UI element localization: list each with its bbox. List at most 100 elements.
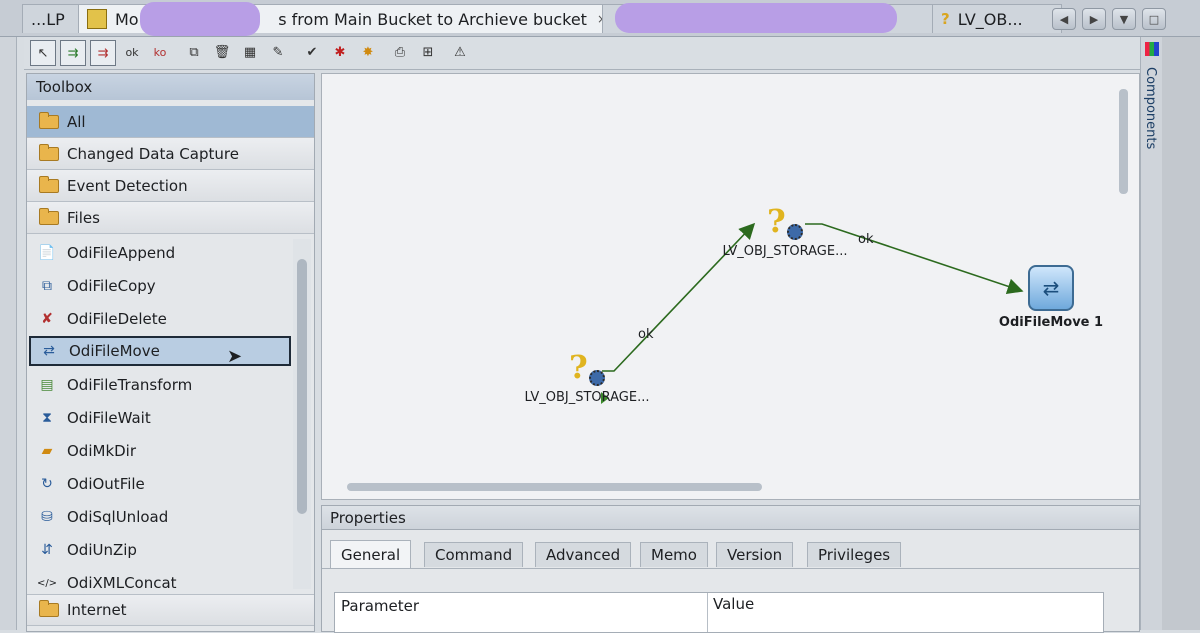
file-delete-icon: ✘ — [41, 311, 53, 327]
toolbox-category-internet[interactable]: Internet — [27, 594, 314, 626]
ko-link-icon[interactable]: ko — [148, 40, 172, 64]
toolbox-item[interactable]: ⇵ OdiUnZip — [29, 535, 291, 565]
node-caption: LV_OBJ_STORAGE... — [722, 244, 848, 259]
category-label: Internet — [67, 601, 127, 619]
properties-title: Properties — [322, 506, 1139, 530]
maximize-icon[interactable]: □ — [1142, 8, 1166, 30]
toolbox-item[interactable]: ⧉ OdiFileCopy — [29, 271, 291, 301]
outfile-icon: ↻ — [41, 476, 53, 492]
toolbox-scroll-thumb[interactable] — [297, 259, 307, 514]
layout-icon[interactable]: ▦ — [238, 40, 262, 64]
tab-variable[interactable]: ? LV_OB... — [932, 4, 1062, 33]
tab-list-icon[interactable]: ▼ — [1112, 8, 1136, 30]
toolbox-title: Toolbox — [27, 74, 314, 100]
item-label: OdiFileMove — [69, 342, 160, 360]
tab-version[interactable]: Version — [716, 542, 794, 567]
tab-scroll-right-icon[interactable]: ▶ — [1082, 8, 1106, 30]
next-step-ko-icon[interactable]: ⇉ — [90, 40, 116, 66]
link-label: ok — [638, 327, 654, 342]
components-icon[interactable] — [1145, 42, 1159, 56]
item-label: OdiFileCopy — [67, 277, 156, 295]
item-label: OdiMkDir — [67, 442, 137, 460]
zoom-icon[interactable]: ⊞ — [416, 40, 440, 64]
toolbox-item[interactable]: ▤ OdiFileTransform — [29, 370, 291, 400]
toolbox-category-files[interactable]: Files — [27, 202, 314, 234]
tab-scroll-left-icon[interactable]: ◀ — [1052, 8, 1076, 30]
toolbox-category-event-detection[interactable]: Event Detection — [27, 170, 314, 202]
item-label: OdiFileTransform — [67, 376, 193, 394]
right-gutter — [1162, 37, 1200, 630]
item-label: OdiFileWait — [67, 409, 151, 427]
toolbox-item[interactable]: ✘ OdiFileDelete — [29, 304, 291, 334]
file-transform-icon: ▤ — [40, 377, 54, 393]
package-diagram-canvas[interactable]: ok ok ? LV_OBJ_STORAGE... ? LV_OBJ_STORA… — [321, 73, 1140, 500]
node-caption: LV_OBJ_STORAGE... — [524, 390, 650, 405]
file-append-icon: 📄 — [38, 245, 56, 261]
category-label: Changed Data Capture — [67, 144, 239, 163]
item-label: OdiUnZip — [67, 541, 137, 559]
next-step-ok-icon[interactable]: ⇉ — [60, 40, 86, 66]
mouse-cursor-icon: ➤ — [227, 346, 243, 367]
diagram-node-variable-1[interactable]: ? LV_OBJ_STORAGE... — [507, 350, 667, 405]
validate-icon[interactable]: ✔ — [300, 40, 324, 64]
tab-label-tail: s from Main Bucket to Archieve bucket — [278, 9, 587, 29]
ok-link-icon[interactable]: ok — [120, 40, 144, 64]
variable-icon: ? — [941, 10, 950, 28]
warning-icon[interactable]: ⚠ — [448, 40, 472, 64]
item-label: OdiSqlUnload — [67, 508, 169, 526]
node-caption: OdiFileMove 1 — [998, 315, 1104, 330]
variable-step-icon: ? — [569, 350, 605, 386]
parameter-table: Parameter Value — [334, 592, 1104, 633]
toolbox-item[interactable]: ⧗ OdiFileWait — [29, 403, 291, 433]
toolbox-category-all[interactable]: All — [27, 106, 314, 138]
select-icon[interactable]: ↖ — [30, 40, 56, 66]
package-icon — [87, 9, 107, 29]
canvas-horizontal-scroll-thumb[interactable] — [347, 483, 762, 491]
toolbox-item-selected[interactable]: ⇄ OdiFileMove — [29, 336, 291, 366]
toolbox-item[interactable]: ↻ OdiOutFile — [29, 469, 291, 499]
tab-general[interactable]: General — [330, 540, 412, 569]
tab-label: ...LP — [31, 9, 65, 29]
properties-panel: Properties General Command Advanced Memo… — [321, 505, 1140, 633]
item-label: OdiOutFile — [67, 475, 145, 493]
ok-link-label: ok — [125, 45, 139, 59]
delete-icon[interactable]: 🗑 — [210, 40, 234, 64]
column-divider — [707, 593, 708, 632]
tab-command[interactable]: Command — [424, 542, 524, 567]
mkdir-icon: ▰ — [41, 443, 53, 459]
file-wait-icon: ⧗ — [42, 410, 52, 426]
print-icon[interactable]: ⎙ — [388, 40, 412, 64]
category-label: Files — [67, 208, 100, 227]
tab-privileges[interactable]: Privileges — [807, 542, 902, 567]
tab-memo[interactable]: Memo — [640, 542, 708, 567]
run-icon[interactable]: ✸ — [356, 40, 380, 64]
redaction — [615, 3, 897, 33]
tab-label: Mo — [114, 9, 139, 29]
debug-icon[interactable]: ✱ — [328, 40, 352, 64]
components-tab[interactable]: Components — [1143, 67, 1158, 149]
variable-step-icon: ? — [767, 204, 803, 240]
left-gutter — [0, 37, 17, 630]
toolbox-panel: Toolbox All Changed Data Capture Event D… — [26, 73, 315, 632]
edit-icon[interactable]: ✎ — [266, 40, 290, 64]
category-label: All — [67, 112, 86, 131]
file-copy-icon: ⧉ — [42, 278, 52, 294]
xml-concat-icon: </> — [36, 577, 58, 589]
tab-advanced[interactable]: Advanced — [535, 542, 632, 567]
item-label: OdiXMLConcat — [67, 574, 177, 592]
canvas-vertical-scroll-thumb[interactable] — [1119, 89, 1128, 194]
toolbox-item[interactable]: ⛁ OdiSqlUnload — [29, 502, 291, 532]
toolbox-item[interactable]: ▰ OdiMkDir — [29, 436, 291, 466]
toolbox-category-changed-data-capture[interactable]: Changed Data Capture — [27, 138, 314, 170]
editor-tab-bar: ...LP Mo s from Main Bucket to Archieve … — [0, 0, 1200, 37]
item-label: OdiFileAppend — [67, 244, 176, 262]
folder-icon — [39, 175, 59, 193]
diagram-node-odifilemove[interactable]: ⇄ OdiFileMove 1 — [992, 265, 1110, 330]
duplicate-icon[interactable]: ⧉ — [182, 40, 206, 64]
diagram-toolbar: ↖ ⇉ ⇉ ok ko ⧉ 🗑 ▦ ✎ ✔ ✱ ✸ ⎙ ⊞ ⚠ — [24, 37, 1140, 70]
toolbox-item[interactable]: 📄 OdiFileAppend — [29, 238, 291, 268]
file-move-icon: ⇄ — [43, 343, 55, 359]
diagram-node-variable-2[interactable]: ? LV_OBJ_STORAGE... — [710, 204, 860, 259]
folder-icon — [39, 600, 59, 617]
folder-icon — [39, 143, 59, 161]
